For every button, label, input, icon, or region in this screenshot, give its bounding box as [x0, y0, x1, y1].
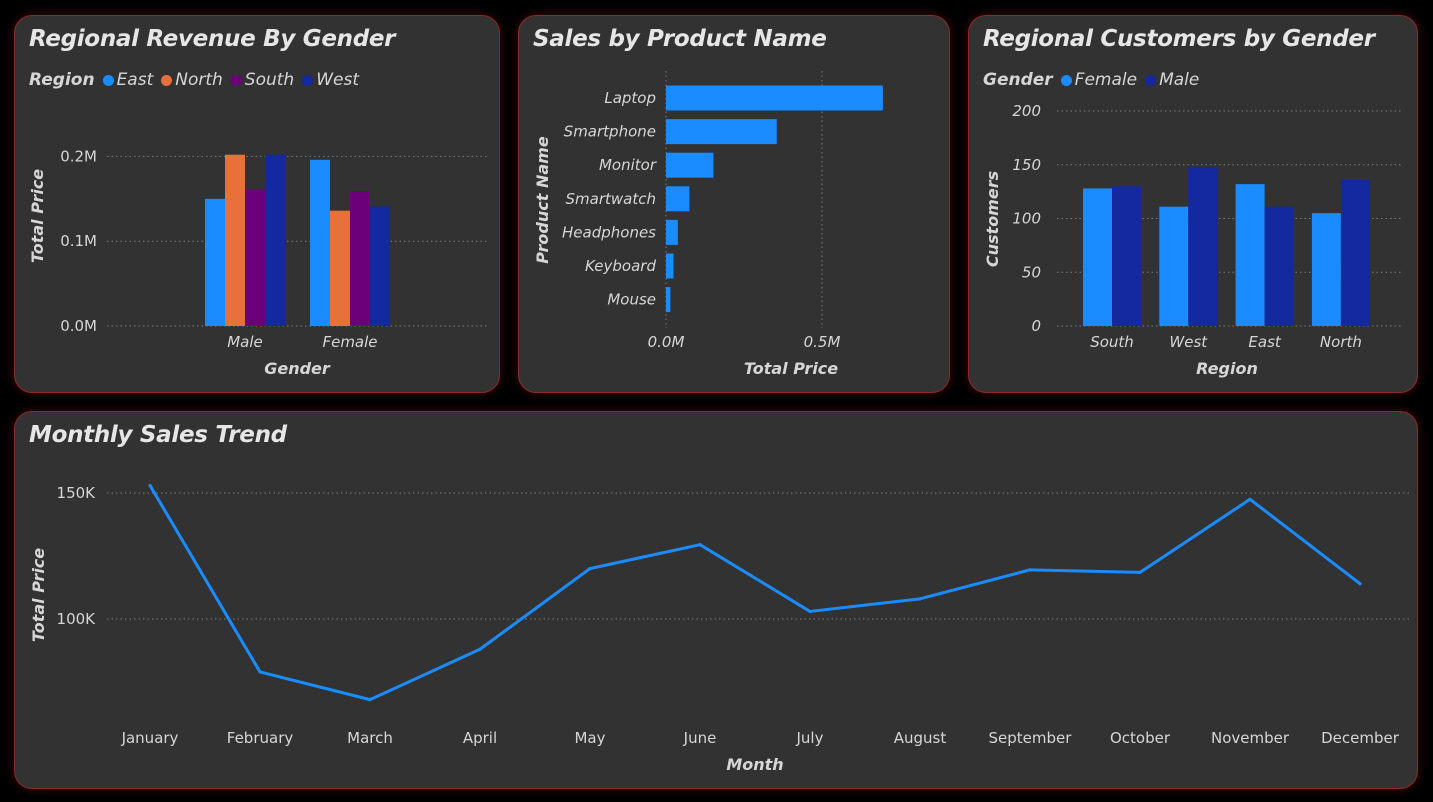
data-point-september [1028, 568, 1032, 572]
x-axis-title: Month [726, 755, 783, 774]
y-axis-title: Product Name [533, 136, 552, 264]
data-point-june [698, 543, 702, 547]
bar-west-male [265, 154, 285, 326]
data-point-january [148, 483, 152, 488]
y-tick-label: Headphones [562, 223, 656, 241]
y-tick-label: 0.0M [60, 317, 97, 335]
bar-keyboard [666, 253, 674, 279]
bar-male-south [1112, 186, 1141, 326]
bar-laptop [666, 85, 883, 111]
customers-by-gender-chart: 0 50 100 150 200 South West East North Region Cust… [983, 102, 1403, 378]
bar-male-east [1264, 206, 1294, 326]
data-point-july [808, 609, 812, 614]
y-tick-label: Keyboard [585, 257, 656, 275]
y-tick-label: 100 [1012, 210, 1041, 228]
bar-south-female [350, 191, 370, 326]
data-point-august [918, 597, 922, 601]
data-point-march [368, 698, 372, 702]
sales-by-product-card: Sales by Product Name 0.0M 0.5M Laptop Smar… [518, 15, 950, 393]
revenue-by-gender-chart: 0.0M 0.1M 0.2M Male Female Gender Total Price [28, 147, 487, 378]
y-axis-title: Customers [983, 171, 1002, 267]
bar-north-male [225, 154, 245, 326]
x-tick-label: May [574, 729, 605, 747]
x-tick-label: Male [227, 333, 263, 351]
y-axis-title: Total Price [28, 169, 47, 263]
x-tick-label: West [1169, 333, 1208, 351]
y-tick-label: 200 [1012, 102, 1041, 120]
y-tick-label: 50 [1022, 263, 1041, 281]
bar-headphones [666, 219, 678, 245]
bar-east-female [310, 159, 330, 326]
x-tick-label: 0.5M [804, 333, 841, 351]
data-point-december [1358, 582, 1362, 586]
x-tick-label: North [1320, 333, 1362, 351]
data-point-april [478, 647, 482, 651]
bar-south-male [245, 189, 265, 326]
x-axis-title: Total Price [744, 359, 838, 378]
monthly-sales-trend-chart: 100K 150K January February March April May June… [29, 483, 1410, 774]
y-tick-label: 0 [1031, 317, 1041, 335]
x-tick-label: March [347, 729, 393, 747]
y-tick-label: 100K [57, 610, 97, 628]
bar-female-east [1235, 184, 1265, 326]
bar-monitor [666, 152, 714, 178]
bar-north-female [330, 210, 350, 326]
bar-smartphone [666, 119, 777, 145]
monthly-sales-trend-card: Monthly Sales Trend 100K 150K January Febru… [14, 411, 1418, 789]
y-axis-title: Total Price [29, 548, 48, 642]
x-tick-label: August [894, 729, 947, 747]
x-tick-label: December [1321, 729, 1400, 747]
bar-west-female [370, 206, 390, 326]
x-axis-title: Region [1196, 359, 1258, 378]
y-tick-label: 0.1M [60, 232, 97, 250]
x-tick-label: June [683, 729, 717, 747]
x-tick-label: July [796, 729, 824, 747]
data-point-november [1248, 497, 1252, 501]
x-tick-label: September [989, 729, 1073, 747]
x-tick-label: February [227, 729, 294, 747]
x-tick-label: South [1090, 333, 1134, 351]
y-tick-label: Smartwatch [566, 190, 656, 208]
bar-east-male [205, 198, 225, 326]
bar-male-north [1340, 179, 1370, 326]
y-tick-label: Monitor [599, 156, 657, 174]
y-tick-label: 150 [1012, 156, 1041, 174]
bar-female-west [1159, 206, 1189, 326]
x-tick-label: East [1248, 333, 1281, 351]
sales-trend-line [148, 484, 1361, 702]
bar-male-west [1188, 166, 1218, 326]
x-tick-label: October [1110, 729, 1171, 747]
y-tick-label: Mouse [607, 291, 656, 309]
x-tick-label: January [121, 729, 179, 747]
x-axis-title: Gender [264, 359, 331, 378]
x-tick-label: November [1211, 729, 1290, 747]
x-tick-label: April [463, 729, 497, 747]
bar-female-north [1311, 213, 1341, 326]
customers-by-gender-card: Regional Customers by Gender Gender Fema… [968, 15, 1418, 393]
data-point-october [1138, 570, 1142, 574]
data-point-may [588, 567, 592, 571]
y-tick-label: Laptop [604, 89, 656, 107]
x-tick-label: Female [322, 333, 377, 351]
sales-by-product-chart: 0.0M 0.5M Laptop Smartphone Monitor Smartwatc… [533, 71, 883, 378]
bar-female-south [1083, 188, 1112, 326]
y-tick-label: 150K [57, 484, 97, 502]
bar-mouse [666, 287, 671, 313]
revenue-by-gender-card: Regional Revenue By Gender Region East N… [14, 15, 500, 393]
y-tick-label: Smartphone [564, 123, 656, 141]
bar-smartwatch [666, 186, 690, 212]
data-point-february [258, 670, 262, 674]
x-tick-label: 0.0M [648, 333, 685, 351]
y-tick-label: 0.2M [60, 147, 97, 165]
